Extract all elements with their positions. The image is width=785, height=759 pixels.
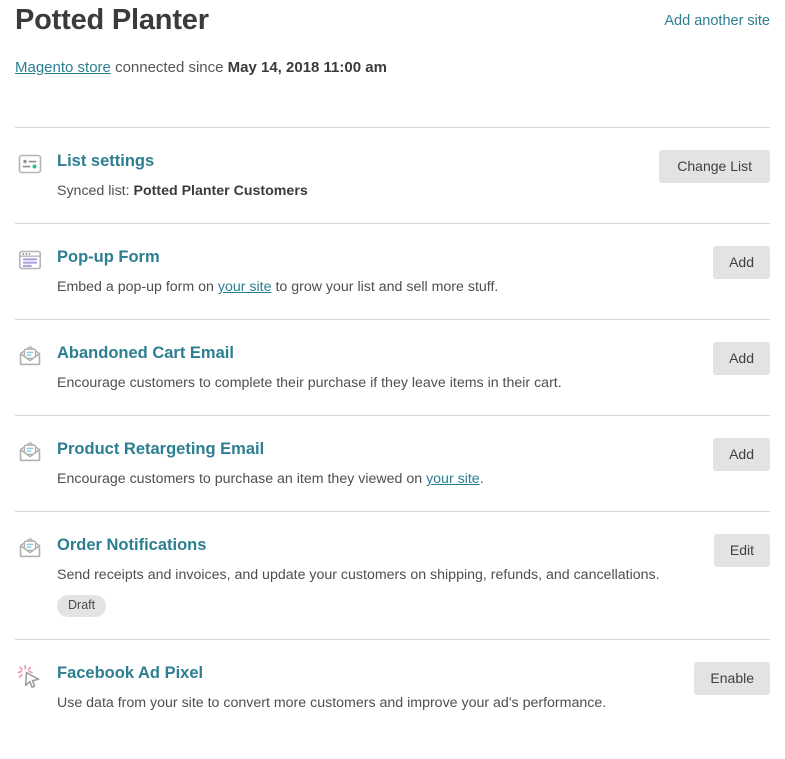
row-product-retargeting-email: Product Retargeting Email Encourage cust… [15, 416, 770, 511]
row-action: Change List [659, 150, 770, 183]
page-header: Potted Planter Add another site Magento … [15, 0, 770, 78]
row-title-abandoned-cart-email[interactable]: Abandoned Cart Email [57, 343, 234, 363]
your-site-link[interactable]: your site [218, 279, 272, 295]
desc-prefix: Synced list: [57, 183, 134, 199]
row-list-settings: List settings Synced list: Potted Plante… [15, 128, 770, 223]
desc-prefix: Embed a pop-up form on [57, 279, 218, 295]
facebook-ad-pixel-icon [15, 662, 45, 690]
product-retargeting-email-icon [15, 438, 45, 464]
add-abandoned-cart-email-button[interactable]: Add [713, 342, 770, 375]
magento-store-link[interactable]: Magento store [15, 59, 111, 76]
synced-list-name: Potted Planter Customers [133, 183, 308, 199]
site-integration-page: Potted Planter Add another site Magento … [0, 0, 785, 759]
row-action: Add [700, 438, 770, 471]
row-description: Embed a pop-up form on your site to grow… [57, 278, 700, 297]
list-settings-icon [15, 150, 45, 176]
row-action: Add [700, 342, 770, 375]
row-order-notifications: Order Notifications Send receipts and in… [15, 512, 770, 639]
row-title-product-retargeting-email[interactable]: Product Retargeting Email [57, 439, 264, 459]
edit-order-notifications-button[interactable]: Edit [713, 534, 770, 567]
connected-date: May 14, 2018 11:00 am [227, 59, 387, 76]
desc-suffix: . [479, 471, 484, 487]
row-content: Facebook Ad Pixel Use data from your sit… [57, 662, 694, 713]
row-description: Encourage customers to purchase an item … [57, 470, 700, 489]
enable-facebook-ad-pixel-button[interactable]: Enable [694, 662, 770, 695]
row-content: Abandoned Cart Email Encourage customers… [57, 342, 700, 393]
row-content: Order Notifications Send receipts and in… [57, 534, 700, 617]
row-description: Send receipts and invoices, and update y… [57, 567, 660, 583]
row-description: Use data from your site to convert more … [57, 695, 607, 711]
add-product-retargeting-email-button[interactable]: Add [713, 438, 770, 471]
page-title: Potted Planter [15, 4, 209, 36]
row-action: Add [700, 246, 770, 279]
row-content: Pop-up Form Embed a pop-up form on your … [57, 246, 700, 297]
feature-rows: List settings Synced list: Potted Plante… [15, 127, 770, 735]
store-connection-status: Magento store connected since May 14, 20… [15, 58, 770, 78]
row-action: Enable [694, 662, 770, 695]
row-abandoned-cart-email: Abandoned Cart Email Encourage customers… [15, 320, 770, 415]
popup-form-icon [15, 246, 45, 272]
add-another-site-link[interactable]: Add another site [664, 13, 770, 29]
order-notifications-icon [15, 534, 45, 560]
your-site-link[interactable]: your site [426, 471, 480, 487]
row-title-facebook-ad-pixel[interactable]: Facebook Ad Pixel [57, 663, 203, 683]
row-description: Synced list: Potted Planter Customers [57, 182, 659, 201]
row-content: List settings Synced list: Potted Plante… [57, 150, 659, 201]
desc-prefix: Encourage customers to purchase an item … [57, 471, 427, 487]
connected-text: connected since [115, 59, 224, 76]
row-title-order-notifications[interactable]: Order Notifications [57, 535, 206, 555]
row-description: Encourage customers to complete their pu… [57, 375, 562, 391]
desc-suffix: to grow your list and sell more stuff. [271, 279, 499, 295]
row-title-list-settings[interactable]: List settings [57, 151, 154, 171]
change-list-button[interactable]: Change List [659, 150, 770, 183]
row-title-popup-form[interactable]: Pop-up Form [57, 247, 160, 267]
row-action: Edit [700, 534, 770, 567]
status-badge: Draft [57, 595, 107, 617]
add-popup-form-button[interactable]: Add [713, 246, 770, 279]
row-facebook-ad-pixel: Facebook Ad Pixel Use data from your sit… [15, 640, 770, 735]
row-content: Product Retargeting Email Encourage cust… [57, 438, 700, 489]
abandoned-cart-email-icon [15, 342, 45, 368]
row-popup-form: Pop-up Form Embed a pop-up form on your … [15, 224, 770, 319]
